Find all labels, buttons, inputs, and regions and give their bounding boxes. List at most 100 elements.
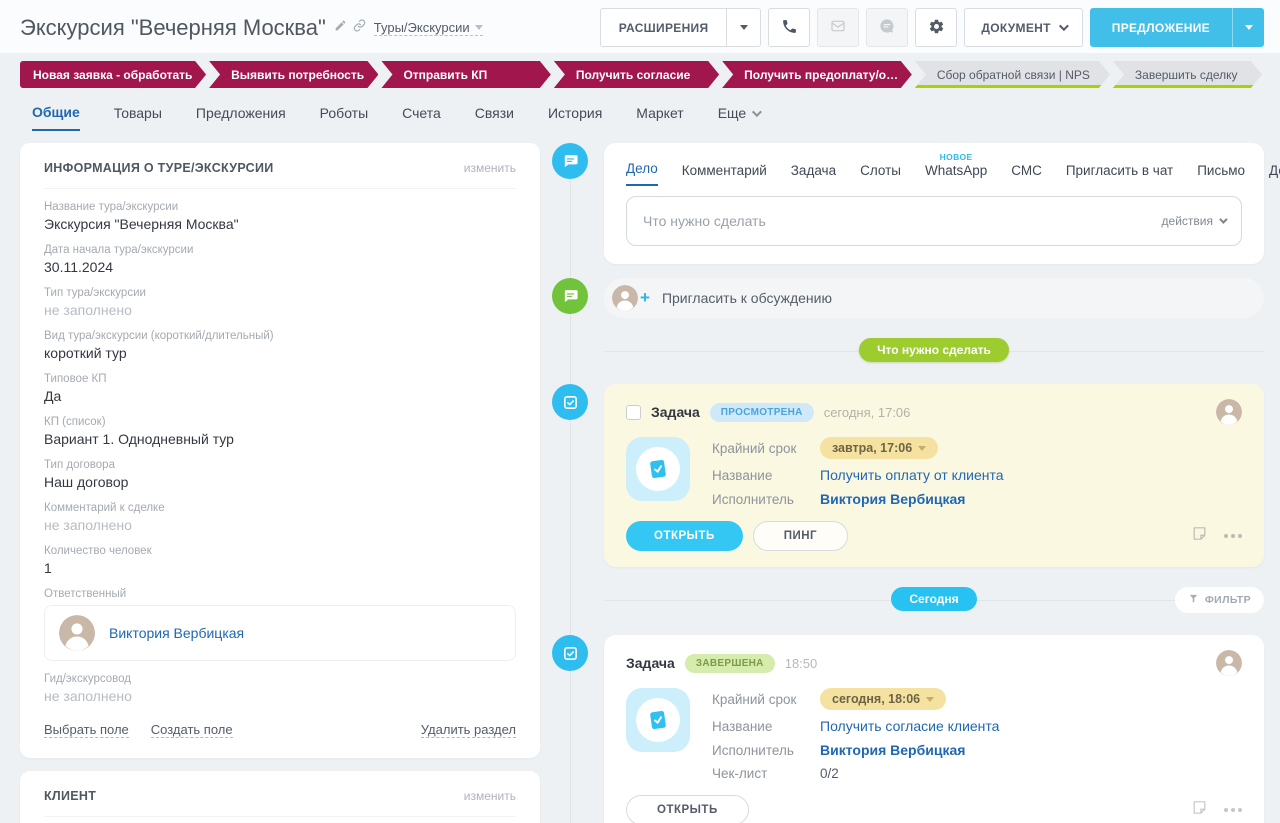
stage-get-payment[interactable]: Получить предоплату/оплату [722, 61, 912, 88]
stage-send-proposal[interactable]: Отправить КП [381, 61, 550, 88]
timeline-tab-slots[interactable]: Слоты [860, 163, 901, 186]
timeline-tab-deal[interactable]: Дело [626, 161, 658, 186]
responsible-box: Виктория Вербицкая [44, 605, 516, 661]
timeline-tab-letter[interactable]: Письмо [1197, 163, 1245, 186]
tab-general[interactable]: Общие [32, 104, 80, 131]
chevron-down-icon [918, 445, 927, 451]
proposal-button[interactable]: ПРЕДЛОЖЕНИЕ [1089, 8, 1232, 47]
pipeline-category-link[interactable]: Туры/Экскурсии [373, 20, 483, 36]
timestamp: сегодня, 17:06 [823, 404, 911, 420]
open-channel-button[interactable] [866, 8, 909, 47]
activity-icon [552, 143, 588, 179]
status-badge: ПРОСМОТРЕНА [709, 402, 814, 422]
timeline-tab-comment[interactable]: Комментарий [682, 163, 767, 186]
extensions-dropdown-button[interactable] [727, 8, 762, 47]
copy-link-icon[interactable] [353, 18, 366, 37]
todo-divider: Что нужно сделать [604, 338, 1264, 364]
task-tile-icon [626, 437, 690, 501]
tab-links[interactable]: Связи [475, 104, 514, 131]
task-name-link[interactable]: Получить согласие клиента [820, 718, 999, 734]
edit-section-link[interactable]: изменить [464, 161, 516, 175]
invite-to-discussion[interactable]: + Пригласить к обсуждению [604, 278, 1264, 318]
extensions-button[interactable]: РАСШИРЕНИЯ [599, 8, 728, 47]
open-task-button[interactable]: ОТКРЫТЬ [626, 795, 749, 823]
select-field-link[interactable]: Выбрать поле [44, 722, 129, 738]
task-name-link[interactable]: Получить оплату от клиента [820, 467, 1004, 483]
field-tour-type: Тип тура/экскурсии не заполнено [44, 287, 146, 318]
timestamp: 18:50 [784, 655, 818, 671]
assignee-link[interactable]: Виктория Вербицкая [820, 491, 1004, 507]
call-button[interactable] [768, 8, 811, 47]
actions-dropdown[interactable]: действия [1162, 214, 1228, 228]
more-actions-icon[interactable] [1224, 534, 1242, 538]
tab-history[interactable]: История [548, 104, 602, 131]
stage-identify-need[interactable]: Выявить потребность [209, 61, 378, 88]
timeline-tab-task[interactable]: Задача [791, 163, 836, 186]
deadline-dropdown[interactable]: завтра, 17:06 [820, 437, 939, 459]
tab-more[interactable]: Еще [718, 104, 763, 131]
stage-get-agreement[interactable]: Получить согласие [554, 61, 719, 88]
ping-button[interactable]: ПИНГ [752, 521, 849, 551]
settings-button[interactable] [915, 8, 958, 47]
field-people-count: Количество человек 1 [44, 545, 152, 576]
create-field-link[interactable]: Создать поле [150, 722, 233, 738]
filter-button[interactable]: ФИЛЬТР [1174, 587, 1264, 613]
edit-title-icon[interactable] [334, 19, 347, 37]
stage-new-request[interactable]: Новая заявка - обработать [20, 61, 206, 88]
email-button[interactable] [817, 8, 860, 47]
plus-icon: + [640, 288, 650, 307]
chevron-down-icon [1219, 215, 1228, 224]
new-badge: НОВОЕ [939, 152, 973, 162]
deadline-dropdown[interactable]: сегодня, 18:06 [820, 688, 947, 710]
responsible-user-link[interactable]: Виктория Вербицкая [109, 625, 244, 641]
field-responsible: Ответственный Виктория Вербицкая [44, 588, 516, 661]
stage-feedback-nps[interactable]: Сбор обратной связи | NPS [915, 61, 1110, 88]
task-complete-checkbox[interactable] [626, 404, 641, 420]
proposal-dropdown-button[interactable] [1232, 8, 1264, 47]
page-title: Экскурсия "Вечерняя Москва" [20, 14, 326, 40]
task-icon [552, 635, 588, 671]
tab-robots[interactable]: Роботы [320, 104, 368, 131]
chevron-down-icon [739, 25, 748, 30]
field-kp-list: КП (список) Вариант 1. Однодневный тур [44, 416, 234, 447]
task-tile-icon [626, 688, 690, 752]
document-button[interactable]: ДОКУМЕНТ [964, 8, 1083, 47]
pipeline-stages: Новая заявка - обработать Выявить потреб… [20, 61, 1262, 88]
todo-input[interactable] [643, 213, 1162, 229]
timeline-tab-whatsapp[interactable]: НОВОЕ WhatsApp [925, 152, 987, 186]
tab-quotes[interactable]: Предложения [196, 104, 286, 131]
note-icon[interactable] [1191, 525, 1208, 547]
chevron-down-icon [1244, 25, 1253, 30]
chevron-down-icon [752, 106, 763, 117]
avatar [1216, 650, 1242, 676]
task-card-pending: Задача ПРОСМОТРЕНА сегодня, 17:06 Крайни… [604, 384, 1264, 567]
open-task-button[interactable]: ОТКРЫТЬ [626, 521, 743, 551]
field-guide: Гид/экскурсовод не заполнено [44, 673, 132, 704]
task-type-label: Задача [626, 655, 675, 671]
timeline-tab-sms[interactable]: СМС [1011, 163, 1042, 186]
field-tour-name: Название тура/экскурсии Экскурсия "Вечер… [44, 201, 239, 232]
assignee-link[interactable]: Виктория Вербицкая [820, 742, 999, 758]
timeline-composer: Дело Комментарий Задача Слоты НОВОЕ What… [604, 143, 1280, 264]
timeline-tab-invite-chat[interactable]: Пригласить в чат [1066, 163, 1173, 186]
deal-tabs: Общие Товары Предложения Роботы Счета Св… [0, 88, 1280, 131]
chevron-down-icon [1058, 21, 1069, 32]
discussion-icon [552, 278, 588, 314]
section-title: КЛИЕНТ [44, 789, 97, 803]
timeline-tab-delivery[interactable]: Доставка [1269, 163, 1280, 186]
delete-section-link[interactable]: Удалить раздел [420, 722, 516, 738]
tab-invoices[interactable]: Счета [402, 104, 441, 131]
mail-icon [830, 18, 846, 37]
tour-info-panel: ИНФОРМАЦИЯ О ТУРЕ/ЭКСКУРСИИ изменить Наз… [20, 143, 540, 758]
stage-close-deal[interactable]: Завершить сделку [1113, 61, 1262, 88]
field-tour-kind: Вид тура/экскурсии (короткий/длительный)… [44, 330, 274, 361]
today-divider: Сегодня ФИЛЬТР [604, 587, 1264, 613]
tab-products[interactable]: Товары [114, 104, 162, 131]
tab-market[interactable]: Маркет [636, 104, 683, 131]
more-actions-icon[interactable] [1224, 808, 1242, 812]
edit-section-link[interactable]: изменить [464, 789, 516, 803]
chat-icon [879, 18, 895, 37]
invite-label: Пригласить к обсуждению [661, 290, 832, 306]
note-icon[interactable] [1191, 799, 1208, 821]
todo-pill-button[interactable]: Что нужно сделать [859, 338, 1009, 362]
